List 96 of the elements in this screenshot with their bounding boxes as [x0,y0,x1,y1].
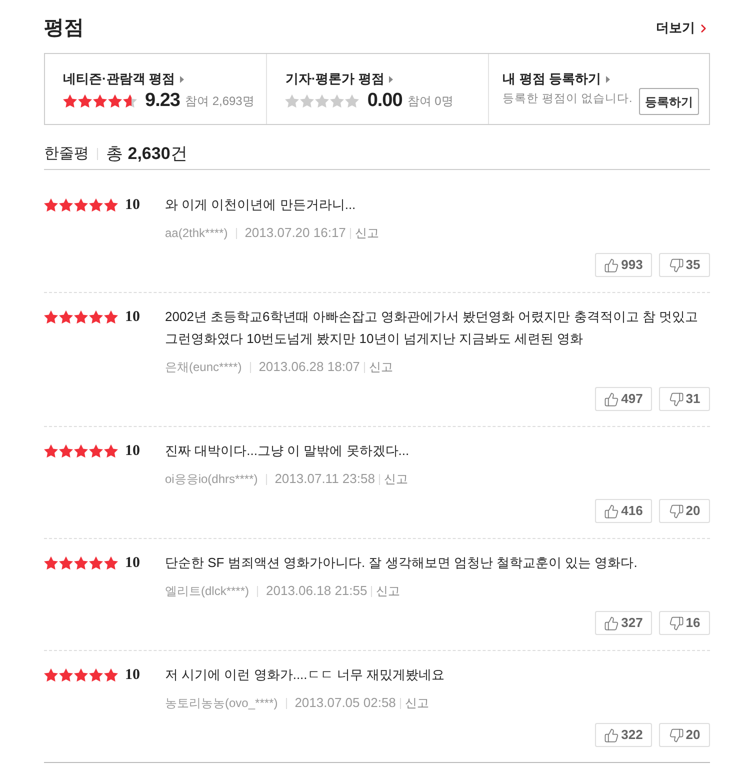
thumbs-down-icon [668,728,684,742]
review-text: 2002년 초등학교6학년때 아빠손잡고 영화관에가서 봤던영화 어렸지만 충격적이고 참 멋있고 그런영화였다 10번도넘게 봤지만 10년이 넘게지난 지금봐도 세련된 영화 [165,308,700,348]
like-button[interactable]: 416 [595,499,652,523]
thumbs-up-icon [604,258,620,272]
review-score: 10 [125,308,140,327]
star-icon [104,310,118,324]
dislike-button[interactable]: 35 [659,253,710,277]
thumbs-up-icon [604,392,620,406]
review-date: 2013.06.18 21:55 [266,582,368,600]
author-name: oi응응io(dhrs****) [165,471,258,488]
review-date: 2013.07.05 02:58 [294,694,396,712]
score-value: 9.23 [145,88,180,113]
report-link[interactable]: 신고 [404,694,429,712]
author-name: aa(2thk****) [165,225,228,242]
review-score: 10 [125,666,140,685]
star-icon [44,310,58,324]
star-icon [44,668,58,682]
star-icon [59,310,73,324]
review-text: 와 이게 이천이년에 만든거라니... [165,196,357,214]
star-icon [59,198,73,212]
thumbs-down-icon [668,504,684,518]
star-icon [104,556,118,570]
like-button[interactable]: 327 [595,611,652,635]
star-icon [104,444,118,458]
star-icon [59,556,73,570]
star-icon [74,556,88,570]
like-button[interactable]: 993 [595,253,652,277]
triangle-icon [389,76,394,82]
star-icon [104,198,118,212]
rating-link[interactable]: 네티즌·관람객 평점 [63,70,184,88]
star-icon [63,94,77,108]
like-button[interactable]: 322 [595,723,652,747]
report-link[interactable]: 신고 [376,582,400,600]
star-icon [300,94,314,108]
star-icon [89,310,103,324]
star-icon [78,94,92,108]
star-icon [74,310,88,324]
triangle-icon [606,76,610,82]
thumbs-up-icon [604,728,620,742]
report-link[interactable]: 신고 [368,358,393,376]
star-icon [89,668,103,682]
author-name: 엘리트(dlck****) [165,583,250,600]
thumbs-down-icon [668,392,684,406]
author-name: 농토리농농(ovo_****) [165,695,278,712]
reviews-title: 한줄평 [44,144,89,164]
star-icon [44,444,58,458]
star-icon [330,94,344,108]
star-icon [89,556,103,570]
dislike-button[interactable]: 20 [659,499,710,523]
star-icon [123,94,137,108]
review-score: 10 [125,196,140,215]
review-total: 총 2,630건 [106,143,188,166]
report-link[interactable]: 신고 [354,224,379,242]
dislike-button[interactable]: 20 [659,723,710,747]
review-date: 2013.07.11 23:58 [274,470,375,488]
star-icon [74,198,88,212]
review-text: 진짜 대박이다...그냥 이 말밖에 못하겠다... [165,442,410,460]
triangle-icon [180,76,184,82]
star-icon [285,94,300,108]
more-link[interactable]: 더보기 [656,18,710,38]
star-icon [74,668,88,682]
star-icon [59,444,73,458]
thumbs-down-icon [668,258,684,272]
register-button[interactable]: 등록하기 [638,88,699,115]
star-icon [108,94,122,108]
score-value: 0.00 [367,88,402,113]
thumbs-down-icon [668,616,684,630]
participant-count: 참여 2,693명 [184,93,254,110]
register-rating-link[interactable]: 내 평점 등록하기 [502,70,610,88]
star-icon [93,94,107,108]
star-icon [44,556,58,570]
star-icon [89,444,103,458]
rating-link[interactable]: 기자·평론가 평점 [285,70,394,88]
star-icon [104,668,118,682]
author-name: 은채(eunc****) [165,359,242,376]
no-rating-message: 등록한 평점이 없습니다. [502,92,632,107]
review-text: 단순한 SF 범죄액션 영화가아니다. 잘 생각해보면 엄청난 철학교훈이 있는 영화다. [165,554,638,572]
star-icon [345,94,360,108]
report-link[interactable]: 신고 [384,470,408,488]
review-date: 2013.07.20 16:17 [244,224,346,242]
dislike-button[interactable]: 16 [659,611,710,635]
review-score: 10 [125,442,140,461]
review-date: 2013.06.28 18:07 [258,358,360,376]
star-icon [59,668,73,682]
thumbs-up-icon [604,504,620,518]
review-text: 저 시기에 이런 영화가....ㄷㄷ 너무 재밌게봤네요 [165,666,446,684]
star-icon [44,198,58,212]
dislike-button[interactable]: 31 [659,387,710,411]
participant-count: 참여 0명 [407,93,454,110]
review-score: 10 [125,554,140,573]
section-title: 평점 [44,16,84,41]
thumbs-up-icon [604,616,620,630]
star-icon [89,198,103,212]
star-icon [74,444,88,458]
like-button[interactable]: 497 [595,387,652,411]
star-icon [315,94,330,108]
